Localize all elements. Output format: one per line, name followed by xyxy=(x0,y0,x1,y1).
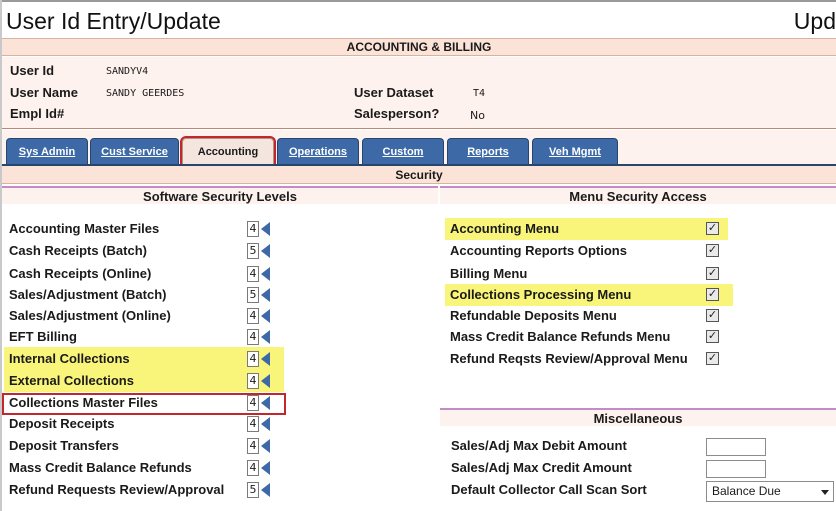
level-lookup-arrow-icon[interactable] xyxy=(261,461,270,475)
user-id-value: SANDYV4 xyxy=(106,66,149,77)
level-label-internal-collections: Internal Collections xyxy=(9,351,130,366)
max-credit-label: Sales/Adj Max Credit Amount xyxy=(451,460,632,475)
level-lookup-arrow-icon[interactable] xyxy=(261,417,270,431)
tab-accounting[interactable]: Accounting xyxy=(180,136,276,166)
empl-id-label: Empl Id# xyxy=(10,106,65,121)
level-input-collections-master-files[interactable]: 4 xyxy=(247,395,259,411)
max-credit-input[interactable] xyxy=(706,460,766,478)
menu-label-collections-processing-menu: Collections Processing Menu xyxy=(450,287,632,302)
menu-checkbox-accounting-reports-options[interactable]: ✓ xyxy=(706,244,719,257)
level-input-mass-credit-balance-refunds[interactable]: 4 xyxy=(247,460,259,476)
menu-checkbox-refundable-deposits-menu[interactable]: ✓ xyxy=(706,309,719,322)
chevron-down-icon xyxy=(821,490,829,495)
user-info-panel: User Id SANDYV4 User Name SANDY GEERDES … xyxy=(2,57,836,129)
level-lookup-arrow-icon[interactable] xyxy=(261,330,270,344)
level-input-eft-billing[interactable]: 4 xyxy=(247,329,259,345)
tab-veh-mgmt[interactable]: Veh Mgmt xyxy=(532,138,618,164)
level-input-cash-receipts-batch[interactable]: 5 xyxy=(247,243,259,259)
level-input-internal-collections[interactable]: 4 xyxy=(247,351,259,367)
collector-sort-select[interactable]: Balance Due xyxy=(706,481,834,502)
title-bar: User Id Entry/Update Upd xyxy=(2,2,836,38)
level-input-refund-requests-review[interactable]: 5 xyxy=(247,482,259,498)
level-label-cash-receipts-online: Cash Receipts (Online) xyxy=(9,266,152,281)
tab-sys-admin[interactable]: Sys Admin xyxy=(6,138,88,164)
level-lookup-arrow-icon[interactable] xyxy=(261,439,270,453)
level-label-mass-credit-balance-refunds: Mass Credit Balance Refunds xyxy=(9,460,192,475)
tab-bar: Sys Admin Cust Service Accounting Operat… xyxy=(2,130,836,166)
menu-label-refund-reqsts-review-menu: Refund Reqsts Review/Approval Menu xyxy=(450,351,688,366)
salesperson-value: No xyxy=(470,109,485,122)
level-lookup-arrow-icon[interactable] xyxy=(261,309,270,323)
level-label-refund-requests-review: Refund Requests Review/Approval xyxy=(9,482,225,497)
tab-cust-service[interactable]: Cust Service xyxy=(90,138,179,164)
software-security-title: Software Security Levels xyxy=(2,186,438,204)
level-lookup-arrow-icon[interactable] xyxy=(261,288,270,302)
tab-reports[interactable]: Reports xyxy=(447,138,529,164)
menu-label-mass-credit-balance-refunds-menu: Mass Credit Balance Refunds Menu xyxy=(450,329,671,344)
level-input-deposit-transfers[interactable]: 4 xyxy=(247,438,259,454)
menu-checkbox-collections-processing-menu[interactable]: ✓ xyxy=(706,288,719,301)
tab-operations[interactable]: Operations xyxy=(277,138,359,164)
user-dataset-value: T4 xyxy=(473,88,486,99)
menu-checkbox-mass-credit-balance-refunds-menu[interactable]: ✓ xyxy=(706,330,719,343)
max-debit-input[interactable] xyxy=(706,438,766,456)
tab-custom[interactable]: Custom xyxy=(362,138,444,164)
user-id-label: User Id xyxy=(10,63,55,78)
level-label-eft-billing: EFT Billing xyxy=(9,329,77,344)
level-lookup-arrow-icon[interactable] xyxy=(261,244,270,258)
level-input-accounting-master-files[interactable]: 4 xyxy=(247,221,259,237)
collector-sort-value: Balance Due xyxy=(712,484,781,498)
menu-label-accounting-menu: Accounting Menu xyxy=(450,221,560,236)
level-label-cash-receipts-batch: Cash Receipts (Batch) xyxy=(9,243,147,258)
level-label-deposit-receipts: Deposit Receipts xyxy=(9,416,115,431)
level-input-cash-receipts-online[interactable]: 4 xyxy=(247,266,259,282)
user-dataset-label: User Dataset xyxy=(354,85,434,100)
menu-checkbox-accounting-menu[interactable]: ✓ xyxy=(706,222,719,235)
level-label-deposit-transfers: Deposit Transfers xyxy=(9,438,119,453)
page-title: User Id Entry/Update xyxy=(6,8,221,34)
menu-security-title: Menu Security Access xyxy=(440,186,836,204)
level-label-accounting-master-files: Accounting Master Files xyxy=(9,221,160,236)
menu-label-billing-menu: Billing Menu xyxy=(450,266,528,281)
user-name-value: SANDY GEERDES xyxy=(106,88,185,99)
level-label-sales-adjustment-online: Sales/Adjustment (Online) xyxy=(9,308,171,323)
level-label-sales-adjustment-batch: Sales/Adjustment (Batch) xyxy=(9,287,167,302)
menu-label-refundable-deposits-menu: Refundable Deposits Menu xyxy=(450,308,617,323)
collector-sort-label: Default Collector Call Scan Sort xyxy=(451,482,647,497)
security-header: Security xyxy=(2,166,836,184)
level-lookup-arrow-icon[interactable] xyxy=(261,483,270,497)
level-label-external-collections: External Collections xyxy=(9,373,134,388)
max-debit-label: Sales/Adj Max Debit Amount xyxy=(451,438,627,453)
level-lookup-arrow-icon[interactable] xyxy=(261,352,270,366)
level-lookup-arrow-icon[interactable] xyxy=(261,374,270,388)
level-lookup-arrow-icon[interactable] xyxy=(261,267,270,281)
menu-label-accounting-reports-options: Accounting Reports Options xyxy=(450,243,627,258)
level-lookup-arrow-icon[interactable] xyxy=(261,396,270,410)
salesperson-label: Salesperson? xyxy=(354,106,440,121)
level-lookup-arrow-icon[interactable] xyxy=(261,222,270,236)
section-header: ACCOUNTING & BILLING xyxy=(2,38,836,56)
menu-checkbox-refund-reqsts-review-menu[interactable]: ✓ xyxy=(706,352,719,365)
miscellaneous-title: Miscellaneous xyxy=(440,408,836,426)
update-title-truncated: Upd xyxy=(793,8,836,34)
level-input-sales-adjustment-batch[interactable]: 5 xyxy=(247,287,259,303)
level-input-external-collections[interactable]: 4 xyxy=(247,373,259,389)
menu-checkbox-billing-menu[interactable]: ✓ xyxy=(706,267,719,280)
user-name-label: User Name xyxy=(10,85,78,100)
level-label-collections-master-files: Collections Master Files xyxy=(9,395,158,410)
level-input-deposit-receipts[interactable]: 4 xyxy=(247,416,259,432)
level-input-sales-adjustment-online[interactable]: 4 xyxy=(247,308,259,324)
